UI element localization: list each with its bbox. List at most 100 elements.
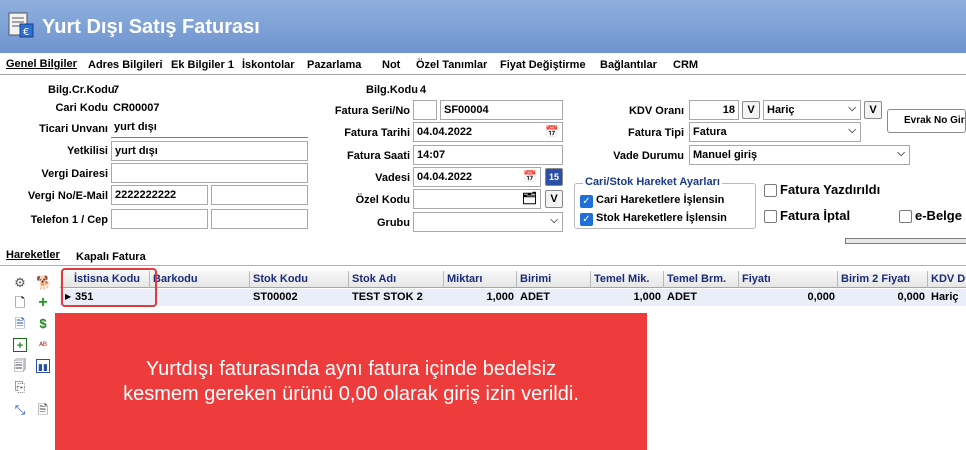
cell-miktar[interactable]: 1,000 [444,289,517,306]
col-kdv-durumu[interactable]: KDV Du [928,271,966,288]
menu-tabs: Genel Bilgiler Adres Bilgileri Ek Bilgil… [0,55,966,75]
col-stok-kodu[interactable]: Stok Kodu [250,271,349,288]
chevron-down-icon: ⌵ [897,148,905,159]
evrak-no-gir-button[interactable]: Evrak No Gir [887,109,966,133]
cell-stok-kodu[interactable]: ST00002 [250,289,349,306]
window-title: Yurt Dışı Satış Faturası [42,16,260,38]
vadesi-label: Vadesi [375,172,410,184]
kdv-mode-value: Hariç [767,104,795,116]
calendar-icon[interactable]: 📅 [545,125,559,138]
tab-not[interactable]: Not [382,59,400,71]
kdv-orani-input[interactable]: 18 [689,100,739,120]
cari-kodu-label: Cari Kodu [55,102,108,114]
col-barkodu[interactable]: Barkodu [150,271,250,288]
cell-temel-brm[interactable]: ADET [664,289,739,306]
tab-kapali-fatura[interactable]: Kapalı Fatura [76,251,146,263]
col-temel-mik[interactable]: Temel Mik. [591,271,664,288]
hareket-ayarlari-group: Cari/Stok Hareket Ayarları ✓ Cari Hareke… [574,176,756,229]
telefon-input[interactable] [111,209,208,229]
col-stok-adi[interactable]: Stok Adı [349,271,444,288]
pause-icon[interactable]: ▮▮ [36,359,50,373]
tab-fiyat-degistirme[interactable]: Fiyat Değiştirme [500,59,586,71]
kdv-mode-select[interactable]: Hariç ⌵ [763,100,861,120]
new-document-icon[interactable]: 🗋 [13,296,27,310]
tab-baglantilar[interactable]: Bağlantılar [600,59,657,71]
spell-check-icon[interactable]: ᴬᴮ [36,338,50,352]
bilg-kodu-value: 4 [420,84,427,96]
fatura-no-input[interactable]: SF00004 [440,100,563,120]
cell-stok-adi[interactable]: TEST STOK 2 [349,289,444,306]
vade-durumu-value: Manuel giriş [693,149,758,161]
dollar-icon[interactable]: $ [36,317,50,331]
vergi-dairesi-label: Vergi Dairesi [41,168,108,180]
bilg-cr-kodu-value: 7 [113,84,120,96]
cell-barkod[interactable] [150,289,250,306]
tab-crm[interactable]: CRM [673,59,698,71]
cell-temel-mik[interactable]: 1,000 [591,289,664,306]
text-document-icon[interactable]: 🖹 [36,403,50,417]
vergi-dairesi-input[interactable] [111,163,308,183]
annotation-callout: Yurtdışı faturasında aynı fatura içinde … [55,313,647,450]
table-row[interactable]: ▶ 351 ST00002 TEST STOK 2 1,000 ADET 1,0… [60,289,966,306]
cari-kodu-value: CR00007 [113,102,160,114]
vadesi-input[interactable]: 04.04.2022 📅 [413,167,541,187]
ozel-kodu-v-button[interactable]: V [545,190,563,208]
svg-text:€: € [23,27,29,38]
cell-fiyat[interactable]: 0,000 [739,289,838,306]
e-belge-checkbox[interactable] [899,210,912,223]
calendar-icon[interactable]: 📅 [523,170,537,183]
add-icon[interactable]: + [36,295,50,311]
fatura-yazdirildi-checkbox[interactable] [764,184,777,197]
tab-hareketler[interactable]: Hareketler [6,249,60,261]
cell-birim[interactable]: ADET [517,289,591,306]
col-fiyati[interactable]: Fiyatı [739,271,838,288]
email-input[interactable] [211,185,308,205]
cari-hareket-checkbox[interactable]: ✓ [580,195,593,208]
tab-genel-bilgiler[interactable]: Genel Bilgiler [6,58,77,70]
files-icon[interactable]: 🗐 [13,359,27,373]
tab-ozel-tanimlar[interactable]: Özel Tanımlar [416,59,487,71]
fatura-saati-input[interactable]: 14:07 [413,145,563,165]
cell-kdv[interactable]: Hariç [928,289,966,306]
splitter-handle[interactable] [845,238,966,244]
kdv-mode-v-button[interactable]: V [864,101,882,119]
col-birim-2-fiyati[interactable]: Birim 2 Fiyatı [838,271,928,288]
yetkilisi-label: Yetkilisi [67,145,108,157]
grubu-select[interactable]: ⌵ [413,212,563,232]
col-temel-brm[interactable]: Temel Brm. [664,271,739,288]
ozel-kodu-input[interactable]: 🗂 [413,189,541,209]
fatura-tarihi-value: 04.04.2022 [417,126,473,138]
fatura-seri-no-label: Fatura Seri/No [334,105,410,117]
fatura-tipi-select[interactable]: Fatura ⌵ [689,122,861,142]
tab-iskontolar[interactable]: İskontolar [242,59,295,71]
kdv-orani-v-button[interactable]: V [742,101,760,119]
add-box-icon[interactable]: + [13,338,27,352]
lookup-icon[interactable]: 🗂 [522,191,537,205]
col-miktari[interactable]: Miktarı [444,271,517,288]
yetkilisi-input[interactable]: yurt dışı [111,141,308,161]
vergi-no-input[interactable]: 2222222222 [111,185,208,205]
ozel-kodu-label: Özel Kodu [355,194,410,206]
ticari-unvani-input[interactable]: yurt dışı [111,118,308,138]
lower-tabs: Hareketler Kapalı Fatura [0,248,966,266]
copy-icon[interactable]: ⎘ [13,380,27,394]
tab-ek-bilgiler[interactable]: Ek Bilgiler 1 [171,59,234,71]
fatura-seri-input[interactable] [413,100,437,120]
fatura-tarihi-input[interactable]: 04.04.2022 📅 [413,122,563,142]
tab-adres-bilgileri[interactable]: Adres Bilgileri [88,59,163,71]
chevron-down-icon: ⌵ [848,125,856,136]
calendar-15-button[interactable]: 15 [545,168,563,186]
settings-icon[interactable]: ⚙ [13,276,27,290]
network-icon[interactable]: ⤡ [13,403,27,417]
vade-durumu-label: Vade Durumu [613,150,684,162]
dog-icon[interactable]: 🐕 [36,276,52,290]
fatura-iptal-checkbox[interactable] [764,210,777,223]
vade-durumu-select[interactable]: Manuel giriş ⌵ [689,145,910,165]
cell-birim-2-fiyat[interactable]: 0,000 [838,289,928,306]
stok-hareket-checkbox[interactable]: ✓ [580,213,593,226]
col-birimi[interactable]: Birimi [517,271,591,288]
invoice-app-icon: € [8,12,34,38]
document-icon[interactable]: 🗎 [13,317,27,331]
tab-pazarlama[interactable]: Pazarlama [307,59,361,71]
cep-input[interactable] [211,209,308,229]
